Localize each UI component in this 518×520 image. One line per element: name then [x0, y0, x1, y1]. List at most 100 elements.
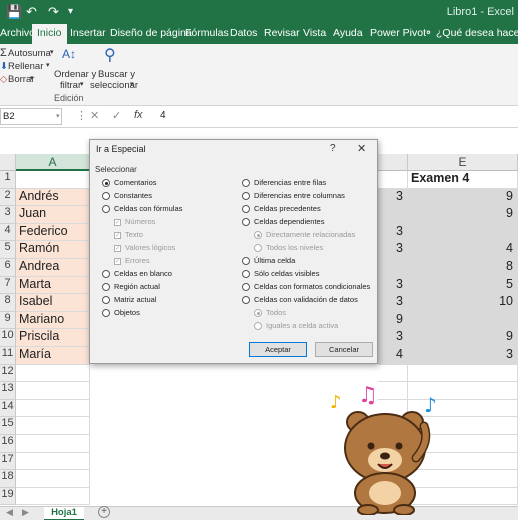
name-cell[interactable]: Juan [16, 206, 90, 224]
enter-icon[interactable]: ✓ [112, 109, 121, 122]
row-header[interactable]: 7 [0, 276, 16, 295]
value-cell-e[interactable]: 9 [408, 329, 518, 347]
option-matriz-actual[interactable]: Matriz actual [102, 295, 157, 306]
cancelar-button[interactable]: Cancelar [315, 342, 373, 357]
empty-cell[interactable] [16, 452, 90, 471]
find-select-icon[interactable]: ⚲ [104, 45, 116, 65]
tab-inicio[interactable]: Inicio [32, 24, 67, 44]
radio-indicator[interactable] [242, 270, 250, 279]
option-diferencias-columnas[interactable]: Diferencias entre columnas [242, 191, 345, 202]
name-cell[interactable]: Mariano [16, 311, 90, 330]
ordenar-filtrar-label-1[interactable]: Ordenar y [54, 69, 96, 80]
add-sheet-button[interactable]: + [98, 506, 110, 518]
radio-indicator[interactable] [242, 283, 250, 292]
option-celdas-dependientes[interactable]: Celdas dependientes [242, 217, 324, 228]
value-cell-e[interactable] [408, 311, 518, 330]
formula-input[interactable]: 4 [160, 110, 166, 121]
option-region-actual[interactable]: Región actual [102, 282, 160, 293]
column-header-e[interactable]: E [408, 154, 518, 171]
radio-indicator[interactable] [102, 192, 110, 201]
radio-indicator[interactable] [102, 296, 110, 305]
option-solo-celdas-visibles[interactable]: Sólo celdas visibles [242, 269, 319, 280]
row-header[interactable]: 17 [0, 452, 16, 471]
tab-insertar[interactable]: Insertar [70, 27, 106, 39]
cell-a1[interactable] [16, 171, 90, 189]
option-diferencias-filas[interactable]: Diferencias entre filas [242, 178, 326, 189]
value-cell-e[interactable]: 5 [408, 276, 518, 295]
empty-cell[interactable] [16, 417, 90, 435]
sheet-tab-hoja1[interactable]: Hoja1 [44, 507, 84, 520]
redo-icon[interactable]: ↷ [48, 4, 59, 20]
empty-cell[interactable] [16, 382, 90, 400]
tab-power-pivot[interactable]: Power Pivot [370, 27, 426, 39]
empty-cell[interactable] [16, 470, 90, 488]
row-header[interactable]: 9 [0, 311, 16, 330]
value-cell-d[interactable]: 3 [378, 241, 408, 259]
name-cell[interactable]: Ramón [16, 241, 90, 259]
radio-indicator[interactable] [102, 309, 110, 318]
name-cell[interactable]: Federico [16, 223, 90, 242]
prev-sheet-icon[interactable]: ◀ [6, 507, 13, 518]
option-formatos-condicionales[interactable]: Celdas con formatos condicionales [242, 282, 370, 293]
tab-diseno-pagina[interactable]: Diseño de página [110, 27, 192, 39]
insert-function-button[interactable]: fx [134, 109, 143, 121]
row-header[interactable]: 19 [0, 487, 16, 506]
chevron-down-icon[interactable]: ▾ [30, 74, 34, 82]
autosuma-button[interactable]: Autosuma [8, 48, 51, 59]
row-header[interactable]: 11 [0, 347, 16, 365]
radio-indicator[interactable] [102, 179, 110, 188]
radio-indicator[interactable] [242, 179, 250, 188]
row-header[interactable]: 5 [0, 241, 16, 259]
name-cell[interactable]: Priscila [16, 329, 90, 347]
value-cell-d[interactable]: 3 [378, 329, 408, 347]
row-header[interactable]: 3 [0, 206, 16, 224]
option-celdas-precedentes[interactable]: Celdas precedentes [242, 204, 321, 215]
radio-indicator[interactable] [102, 270, 110, 279]
undo-icon[interactable]: ↶ [26, 4, 37, 20]
option-constantes[interactable]: Constantes [102, 191, 152, 202]
row-header[interactable]: 4 [0, 223, 16, 242]
value-cell-e[interactable]: 9 [408, 206, 518, 224]
name-cell[interactable]: Andrés [16, 188, 90, 207]
chevron-down-icon[interactable]: ▾ [80, 80, 84, 88]
value-cell-d[interactable]: 9 [378, 311, 408, 330]
row-header[interactable]: 18 [0, 470, 16, 488]
chevron-down-icon[interactable]: ▾ [50, 48, 54, 56]
empty-cell[interactable] [16, 487, 90, 506]
radio-indicator[interactable] [242, 296, 250, 305]
empty-cell[interactable] [16, 364, 90, 383]
radio-indicator[interactable] [102, 205, 110, 214]
radio-indicator[interactable] [102, 283, 110, 292]
help-button[interactable]: ? [330, 143, 336, 154]
value-cell-d[interactable] [378, 206, 408, 224]
value-cell-e[interactable]: 10 [408, 294, 518, 312]
option-ultima-celda[interactable]: Última celda [242, 256, 295, 267]
option-celdas-formulas[interactable]: Celdas con fórmulas [102, 204, 182, 215]
radio-indicator[interactable] [242, 257, 250, 266]
radio-indicator[interactable] [242, 192, 250, 201]
row-header[interactable]: 12 [0, 364, 16, 383]
tab-ayuda[interactable]: Ayuda [333, 27, 363, 39]
name-cell[interactable]: Marta [16, 276, 90, 295]
name-cell[interactable]: Andrea [16, 259, 90, 277]
option-validacion-datos[interactable]: Celdas con validación de datos [242, 295, 358, 306]
value-cell-d[interactable]: 4 [378, 347, 408, 365]
sort-filter-icon[interactable]: A↕ [62, 47, 76, 61]
close-button[interactable]: ✕ [357, 142, 366, 155]
next-sheet-icon[interactable]: ▶ [22, 507, 29, 518]
value-cell-e[interactable] [408, 223, 518, 242]
row-header[interactable]: 15 [0, 417, 16, 435]
empty-cell[interactable] [16, 399, 90, 418]
cancel-icon[interactable]: ✕ [90, 109, 99, 122]
row-header[interactable]: 14 [0, 399, 16, 418]
option-comentarios[interactable]: Comentarios [102, 178, 157, 189]
save-icon[interactable]: 💾 [6, 4, 22, 20]
name-cell[interactable]: María [16, 347, 90, 365]
aceptar-button[interactable]: Aceptar [249, 342, 307, 357]
tab-vista[interactable]: Vista [303, 27, 326, 39]
value-cell-e[interactable]: 9 [408, 188, 518, 207]
option-celdas-en-blanco[interactable]: Celdas en blanco [102, 269, 172, 280]
radio-indicator[interactable] [242, 218, 250, 227]
ordenar-filtrar-label-2[interactable]: filtrar [60, 80, 81, 91]
chevron-down-icon[interactable]: ▾ [130, 80, 134, 88]
